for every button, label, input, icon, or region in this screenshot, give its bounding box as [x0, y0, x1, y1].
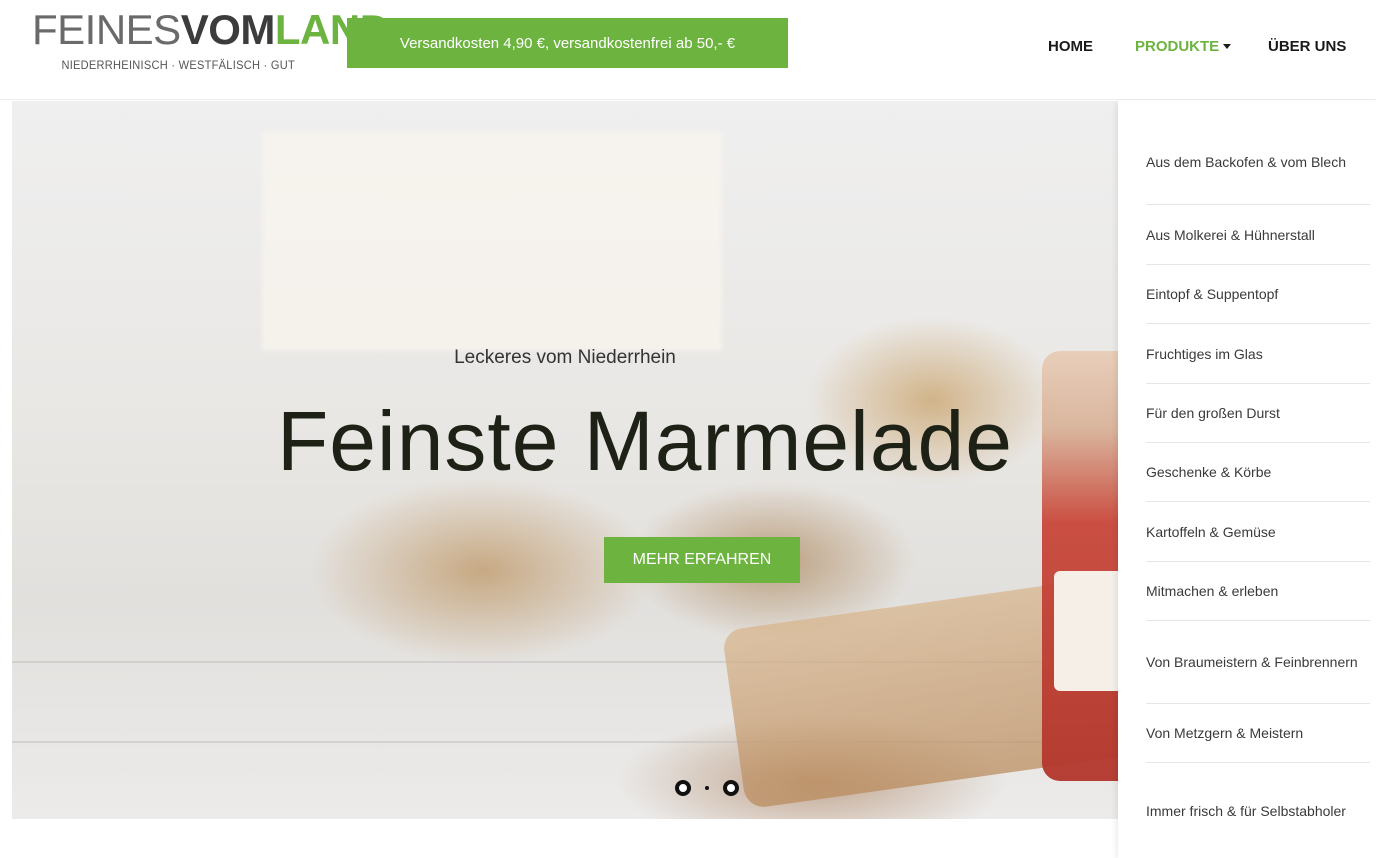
hero-title: Feinste Marmelade [277, 394, 1013, 488]
dropdown-list: Aus dem Backofen & vom Blech Aus Molkerei… [1118, 101, 1376, 858]
nav-item-produkte[interactable]: PRODUKTE [1135, 32, 1232, 60]
dropdown-item-braumeister[interactable]: Von Braumeistern & Feinbrennern [1146, 621, 1370, 704]
dropdown-item-durst[interactable]: Für den großen Durst [1146, 384, 1370, 443]
more-info-button[interactable]: MEHR ERFAHREN [604, 537, 800, 583]
dropdown-item-molkerei[interactable]: Aus Molkerei & Hühnerstall [1146, 205, 1370, 265]
dropdown-item-backofen[interactable]: Aus dem Backofen & vom Blech [1146, 101, 1370, 205]
slide-dot-separator [705, 786, 709, 790]
logo-tagline: NIEDERRHEINISCH · WESTFÄLISCH · GUT [61, 58, 295, 72]
dropdown-item-fruchtiges[interactable]: Fruchtiges im Glas [1146, 324, 1370, 384]
slide-dot-2[interactable] [723, 780, 739, 796]
logo-wordmark: FEINESVOMLAND [32, 6, 390, 53]
dropdown-item-eintopf[interactable]: Eintopf & Suppentopf [1146, 265, 1370, 324]
logo-part-vom: VOM [180, 6, 276, 53]
hero-background-window [262, 131, 722, 351]
hero-background-jar-label [1054, 571, 1118, 691]
hero-background-jar [1042, 351, 1118, 781]
produkte-dropdown-menu: Aus dem Backofen & vom Blech Aus Molkerei… [1118, 101, 1376, 858]
logo-part-feines: FEINES [32, 6, 181, 53]
nav-link-home[interactable]: HOME [1048, 38, 1093, 55]
nav-link-ueber-uns[interactable]: ÜBER UNS [1268, 38, 1346, 55]
shipping-notice: Versandkosten 4,90 €, versandkostenfrei … [347, 18, 788, 68]
slider-pagination [675, 778, 745, 798]
dropdown-item-mitmachen[interactable]: Mitmachen & erleben [1146, 562, 1370, 621]
hero-subtitle: Leckeres vom Niederrhein [454, 347, 676, 368]
dropdown-item-kartoffeln[interactable]: Kartoffeln & Gemüse [1146, 502, 1370, 562]
nav-link-produkte[interactable]: PRODUKTE [1135, 38, 1219, 55]
dropdown-item-selbstabholer[interactable]: Immer frisch & für Selbstabholer [1146, 763, 1370, 858]
dropdown-item-metzger[interactable]: Von Metzgern & Meistern [1146, 704, 1370, 763]
slide-dot-1[interactable] [675, 780, 691, 796]
dropdown-item-geschenke[interactable]: Geschenke & Körbe [1146, 443, 1370, 502]
site-header: FEINESVOMLAND NIEDERRHEINISCH · WESTFÄLI… [0, 0, 1376, 100]
hero-slider: Leckeres vom Niederrhein Feinste Marmela… [12, 101, 1118, 819]
site-logo[interactable]: FEINESVOMLAND NIEDERRHEINISCH · WESTFÄLI… [32, 6, 390, 88]
caret-down-icon [1223, 43, 1232, 49]
nav-item-home[interactable]: HOME [1048, 32, 1093, 60]
nav-item-ueber-uns[interactable]: ÜBER UNS [1268, 32, 1346, 60]
